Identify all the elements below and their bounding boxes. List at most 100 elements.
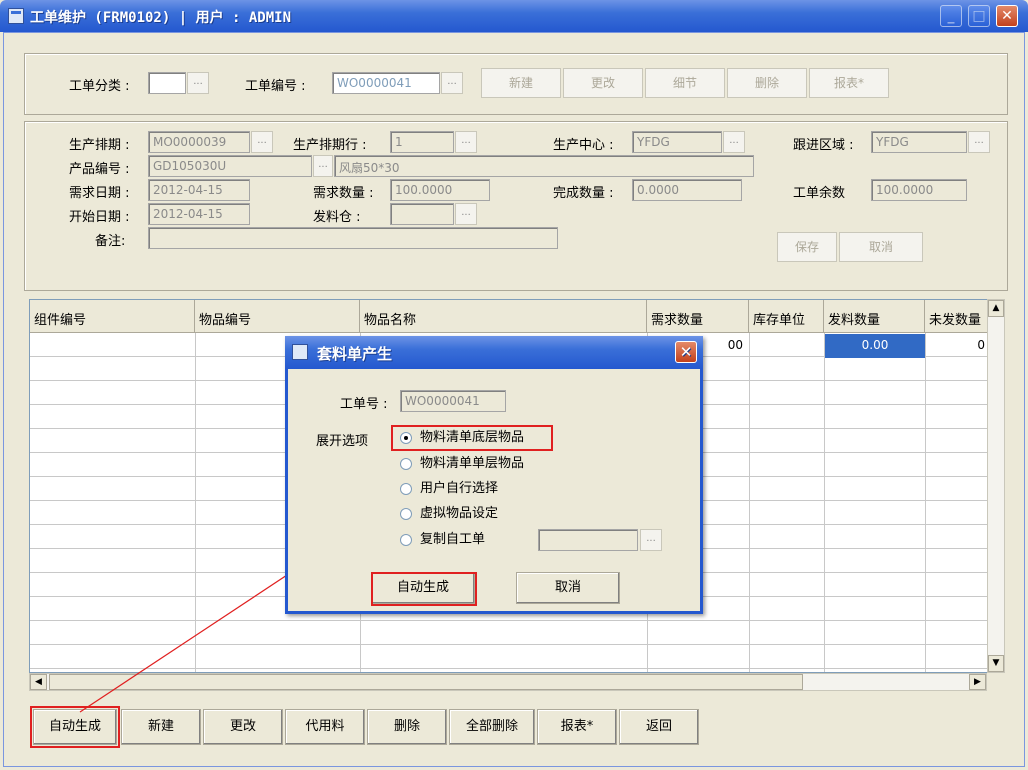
option-label: 虚拟物品设定 — [420, 506, 499, 521]
req-date-label: 需求日期 : — [69, 186, 130, 201]
copy-order-lookup-button[interactable]: ... — [640, 529, 662, 551]
option-copy-from-order[interactable]: 复制自工单 — [400, 529, 485, 551]
col-stock-unit[interactable]: 库存单位 — [749, 300, 824, 333]
scroll-up-icon[interactable]: ▲ — [988, 300, 1004, 317]
option-label: 物料清单单层物品 — [420, 456, 525, 471]
req-qty-field[interactable]: 100.0000 — [390, 179, 490, 201]
schedule-row-label: 生产排期行 : — [293, 138, 367, 153]
dialog-title-bar: 套料单产生 ✕ — [285, 336, 703, 369]
minimize-button[interactable]: _ — [940, 5, 962, 27]
radio-icon[interactable] — [400, 508, 412, 520]
order-no-label: 工单编号 : — [245, 79, 306, 94]
back-button[interactable]: 返回 — [619, 709, 699, 745]
order-no-field[interactable]: WO0000041 — [332, 72, 440, 94]
table-row[interactable] — [30, 645, 988, 669]
grid-header: 组件编号 物品编号 物品名称 需求数量 库存单位 发料数量 未发数量 — [30, 300, 988, 333]
dialog-order-field[interactable]: WO0000041 — [400, 390, 506, 412]
area-field[interactable]: YFDG — [871, 131, 967, 153]
table-row[interactable] — [30, 621, 988, 645]
save-button[interactable]: 保存 — [777, 232, 837, 262]
product-label: 产品编号 : — [69, 162, 130, 177]
category-field[interactable] — [148, 72, 186, 94]
schedule-row-field[interactable]: 1 — [390, 131, 454, 153]
schedule-lookup-button[interactable]: ... — [251, 131, 273, 153]
delete-all-button[interactable]: 全部删除 — [449, 709, 535, 745]
col-unissued-qty[interactable]: 未发数量 — [925, 300, 988, 333]
schedule-row-lookup-button[interactable]: ... — [455, 131, 477, 153]
radio-icon[interactable] — [400, 534, 412, 546]
col-issued-qty[interactable]: 发料数量 — [824, 300, 925, 333]
center-lookup-button[interactable]: ... — [723, 131, 745, 153]
form-cancel-button[interactable]: 取消 — [839, 232, 923, 262]
category-label: 工单分类 : — [69, 79, 130, 94]
col-item-name[interactable]: 物品名称 — [360, 300, 647, 333]
req-qty-label: 需求数量 : — [313, 186, 374, 201]
grid-vertical-scrollbar[interactable]: ▲ ▼ — [987, 299, 1005, 673]
remain-label: 工单余数 — [793, 186, 846, 201]
bottom-report-button[interactable]: 报表* — [537, 709, 617, 745]
req-date-field[interactable]: 2012-04-15 — [148, 179, 250, 201]
option-user-select[interactable]: 用户自行选择 — [400, 478, 498, 500]
row1-unissued-qty: 0 — [977, 338, 985, 352]
auto-generate-highlight — [30, 706, 120, 748]
col-component-no[interactable]: 组件编号 — [30, 300, 195, 333]
center-field[interactable]: YFDG — [632, 131, 722, 153]
substitute-button[interactable]: 代用料 — [285, 709, 365, 745]
area-label: 跟进区域 : — [793, 138, 854, 153]
col-item-no[interactable]: 物品编号 — [195, 300, 360, 333]
new-button[interactable]: 新建 — [481, 68, 561, 98]
area-lookup-button[interactable]: ... — [968, 131, 990, 153]
bottom-edit-button[interactable]: 更改 — [203, 709, 283, 745]
category-lookup-button[interactable]: ... — [187, 72, 209, 94]
detail-button[interactable]: 细节 — [645, 68, 725, 98]
option-label: 用户自行选择 — [420, 481, 499, 496]
scroll-thumb[interactable] — [49, 674, 803, 690]
row1-issued-qty[interactable]: 0.00 — [825, 334, 925, 358]
warehouse-lookup-button[interactable]: ... — [455, 203, 477, 225]
scroll-left-icon[interactable]: ◀ — [30, 674, 47, 690]
done-qty-field[interactable]: 0.0000 — [632, 179, 742, 201]
bottom-new-button[interactable]: 新建 — [121, 709, 201, 745]
option-virtual-item[interactable]: 虚拟物品设定 — [400, 503, 498, 525]
done-qty-label: 完成数量 : — [553, 186, 614, 201]
scroll-down-icon[interactable]: ▼ — [988, 655, 1004, 672]
radio-icon[interactable] — [400, 458, 412, 470]
title-bar: 工单维护 (FRM0102) | 用户 : ADMIN _ □ ✕ — [0, 0, 1028, 32]
dialog-close-button[interactable]: ✕ — [675, 341, 697, 363]
note-field[interactable] — [148, 227, 558, 249]
start-date-field[interactable]: 2012-04-15 — [148, 203, 250, 225]
expand-options-label: 展开选项 — [316, 434, 369, 449]
close-button[interactable]: ✕ — [996, 5, 1018, 27]
app-icon — [8, 8, 24, 24]
copy-order-field[interactable] — [538, 529, 638, 551]
toolbar-panel: 工单分类 : ... 工单编号 : WO0000041 ... 新建 更改 细节… — [24, 53, 1008, 115]
schedule-field[interactable]: MO0000039 — [148, 131, 250, 153]
option-label: 复制自工单 — [420, 532, 486, 547]
radio-icon[interactable] — [400, 483, 412, 495]
warehouse-field[interactable] — [390, 203, 454, 225]
col-req-qty[interactable]: 需求数量 — [647, 300, 749, 333]
dialog-order-label: 工单号 : — [340, 397, 388, 412]
report-button[interactable]: 报表* — [809, 68, 889, 98]
product-field[interactable]: GD105030U — [148, 155, 312, 177]
dialog-app-icon — [292, 344, 308, 360]
option-bom-single-level[interactable]: 物料清单单层物品 — [400, 453, 524, 475]
center-label: 生产中心 : — [553, 138, 614, 153]
option-highlight — [391, 425, 553, 451]
maximize-button[interactable]: □ — [968, 5, 990, 27]
remain-field[interactable]: 100.0000 — [871, 179, 967, 201]
window-title: 工单维护 (FRM0102) | 用户 : ADMIN — [30, 10, 292, 26]
order-no-lookup-button[interactable]: ... — [441, 72, 463, 94]
edit-button[interactable]: 更改 — [563, 68, 643, 98]
product-name-field[interactable]: 风扇50*30 — [334, 155, 754, 177]
form-panel: 生产排期 : MO0000039 ... 生产排期行 : 1 ... 生产中心 … — [24, 121, 1008, 291]
grid-horizontal-scrollbar[interactable]: ◀ ▶ — [29, 673, 987, 691]
schedule-label: 生产排期 : — [69, 138, 130, 153]
note-label: 备注: — [95, 234, 126, 249]
bottom-delete-button[interactable]: 删除 — [367, 709, 447, 745]
scroll-right-icon[interactable]: ▶ — [969, 674, 986, 690]
main-window: 工单维护 (FRM0102) | 用户 : ADMIN _ □ ✕ 工单分类 :… — [0, 0, 1028, 770]
dialog-cancel-button[interactable]: 取消 — [516, 572, 620, 604]
delete-button[interactable]: 删除 — [727, 68, 807, 98]
product-lookup-button[interactable]: ... — [313, 155, 333, 177]
